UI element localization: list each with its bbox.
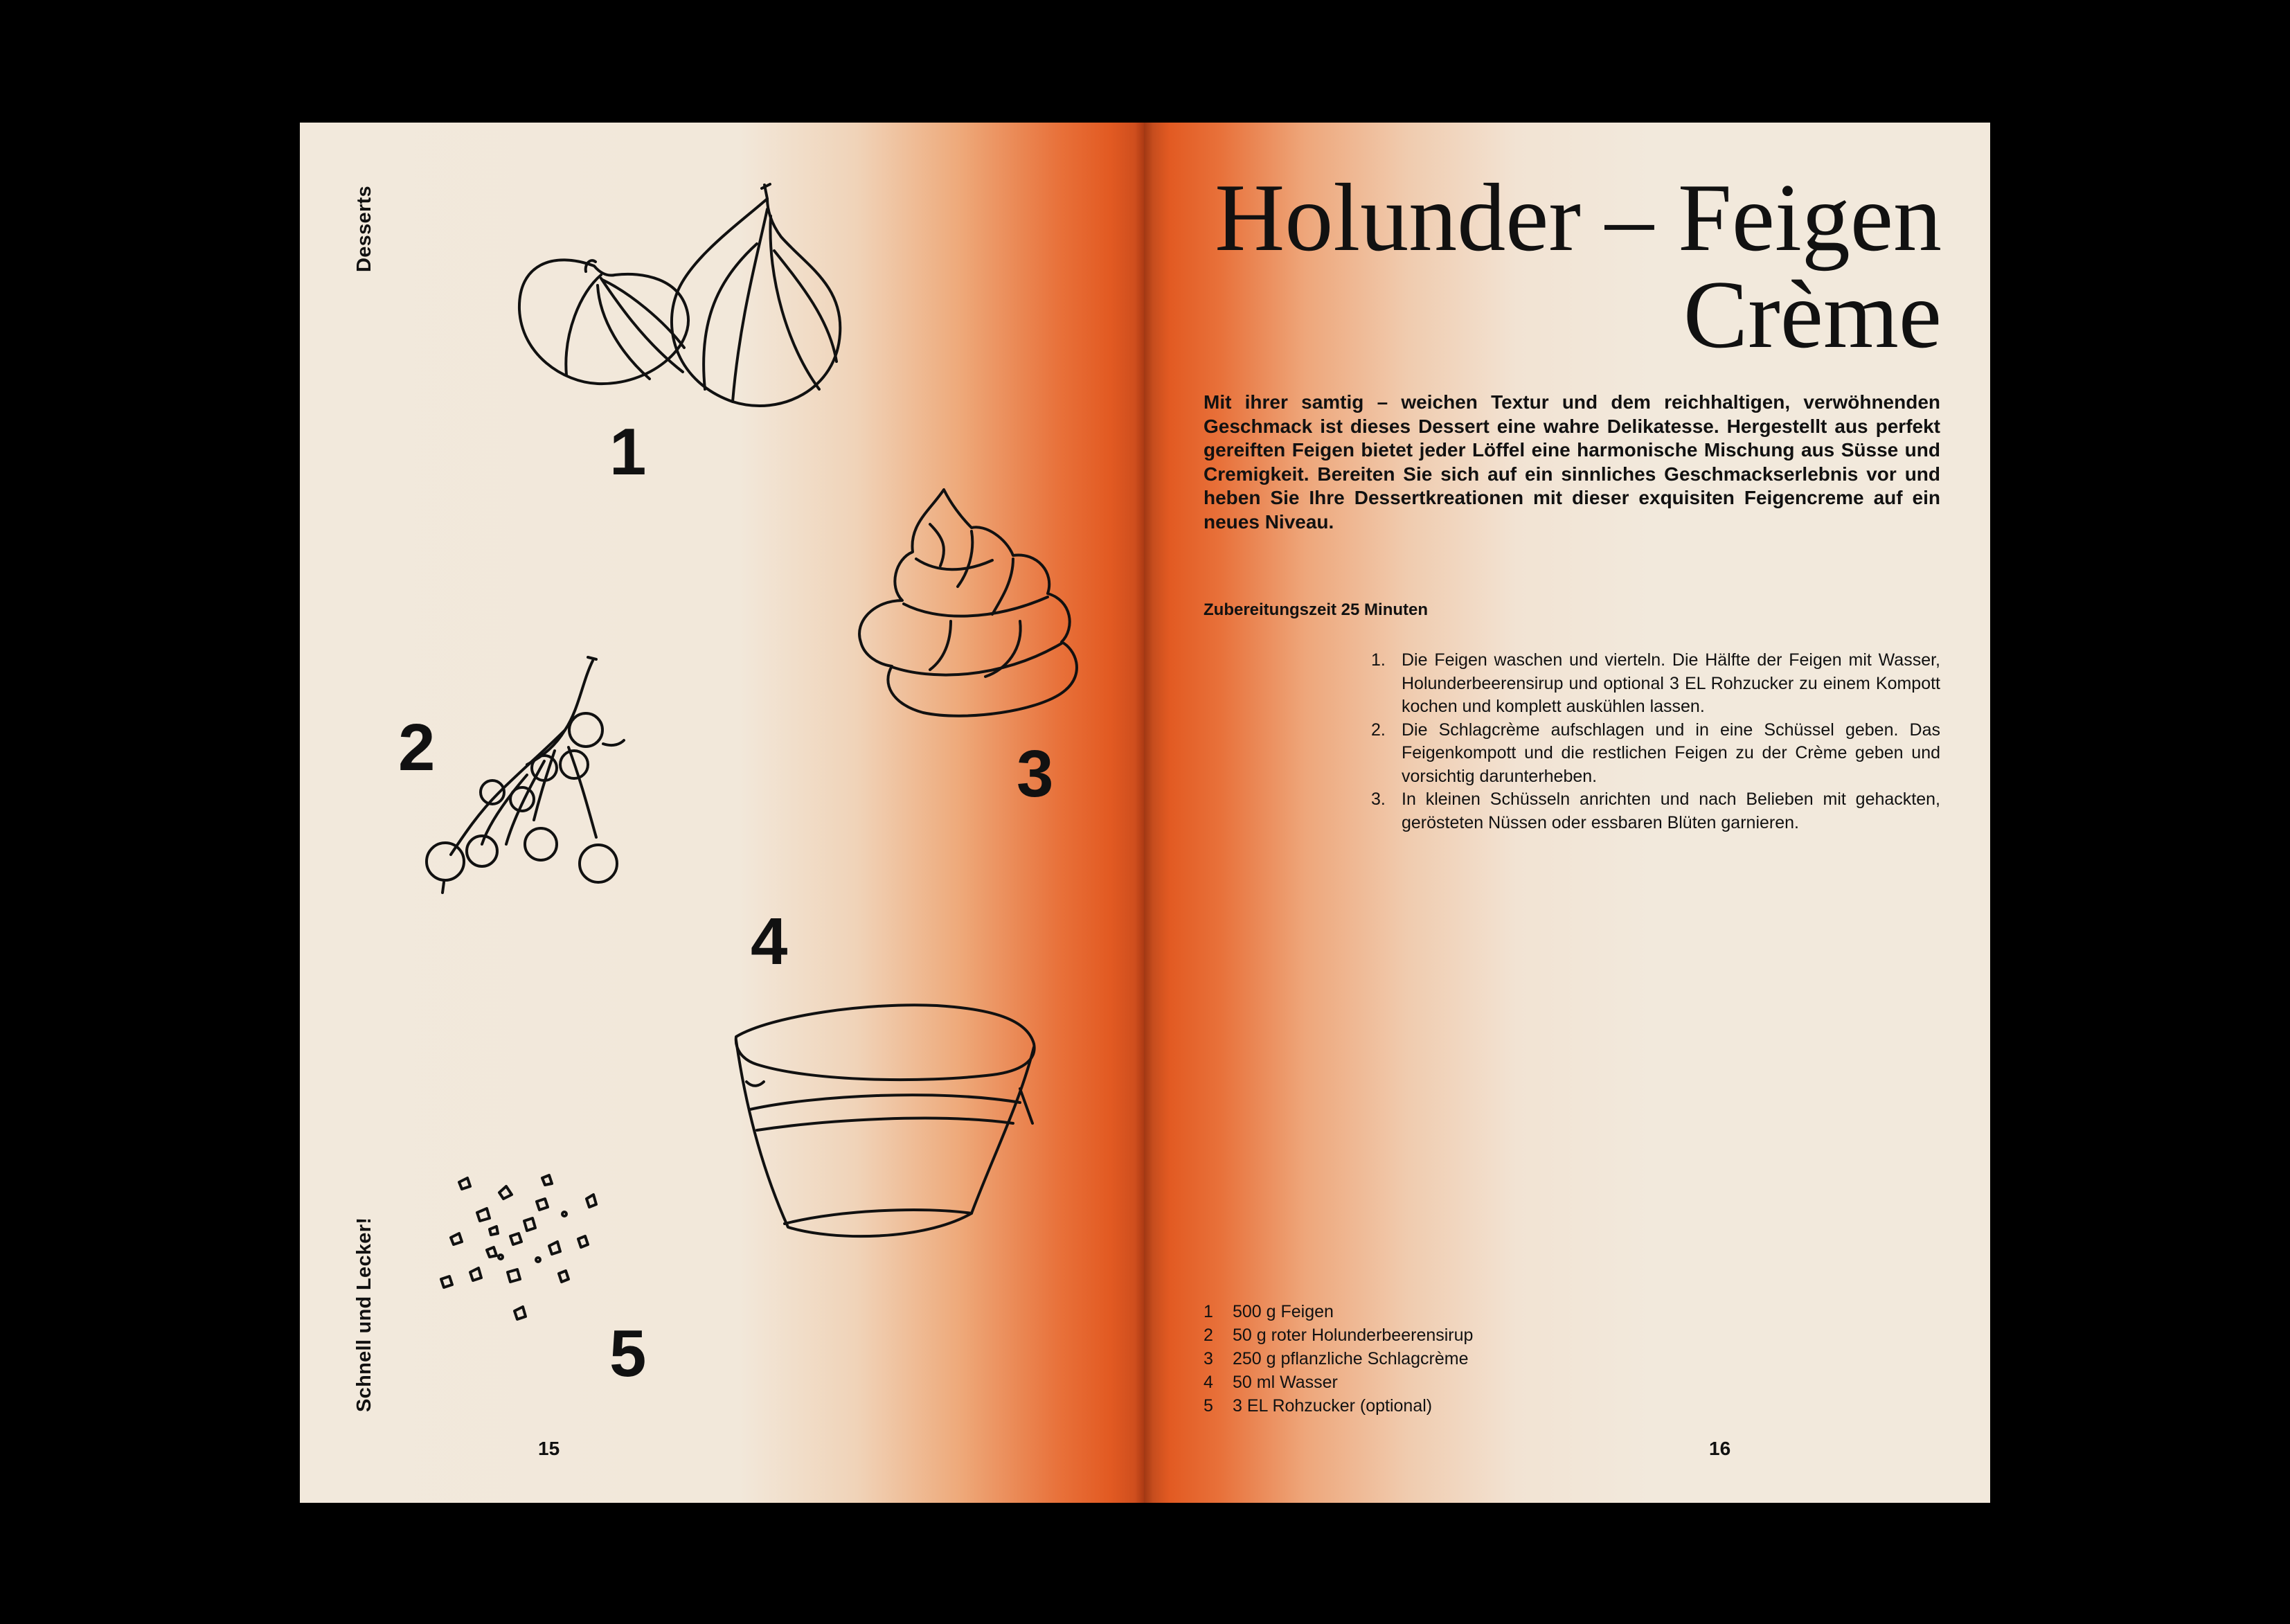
footer-label: Schnell und Lecker!	[353, 1217, 375, 1412]
step-text: Die Schlagcrème aufschlagen und in eine …	[1402, 720, 1940, 786]
illustration-number-4: 4	[751, 904, 788, 979]
step-number: 2.	[1371, 720, 1386, 740]
ingredient-text: 500 g Feigen	[1233, 1302, 1334, 1321]
illustration-number-3: 3	[1017, 737, 1054, 811]
ingredient-number: 3	[1204, 1349, 1213, 1368]
method-step: 1. Die Feigen waschen und vierteln. Die …	[1371, 649, 1940, 719]
recipe-title-line-2: Crème	[1683, 261, 1942, 368]
ingredient-item: 4 50 ml Wasser	[1204, 1371, 1473, 1394]
figs-sketch-icon	[517, 183, 842, 407]
ingredient-item: 2 50 g roter Holunderbeerensirup	[1204, 1323, 1473, 1347]
left-page: Desserts Schnell und Lecker! 1 3 2 4 5 1…	[300, 123, 1144, 1503]
ingredient-list: 1 500 g Feigen 2 50 g roter Holunderbeer…	[1204, 1300, 1473, 1418]
step-text: Die Feigen waschen und vierteln. Die Häl…	[1402, 650, 1940, 716]
ingredient-text: 3 EL Rohzucker (optional)	[1233, 1396, 1433, 1416]
step-number: 3.	[1371, 789, 1386, 809]
page-number-right: 16	[1709, 1438, 1731, 1459]
recipe-title: Holunder – Feigen Crème	[1215, 170, 1942, 364]
elderberry-sprig-sketch-icon	[425, 656, 625, 894]
bowl-sketch-icon	[734, 1003, 1036, 1238]
method-steps: 1. Die Feigen waschen und vierteln. Die …	[1371, 649, 1940, 835]
ingredient-number: 1	[1204, 1302, 1213, 1321]
ingredient-number: 5	[1204, 1396, 1213, 1416]
illustration-number-5: 5	[609, 1317, 647, 1391]
page-number-left: 15	[538, 1438, 560, 1459]
ingredient-text: 50 g roter Holunderbeerensirup	[1233, 1326, 1474, 1345]
right-page: Holunder – Feigen Crème Mit ihrer samtig…	[1144, 123, 1990, 1503]
recipe-intro: Mit ihrer samtig – weichen Textur und de…	[1204, 391, 1940, 533]
section-label: Desserts	[353, 186, 375, 272]
chopped-nuts-sketch-icon	[440, 1174, 598, 1321]
ingredient-item: 3 250 g pflanzliche Schlagcrème	[1204, 1347, 1473, 1371]
open-booklet-spread: Desserts Schnell und Lecker! 1 3 2 4 5 1…	[300, 123, 1990, 1503]
method-step: 2. Die Schlagcrème aufschlagen und in ei…	[1371, 719, 1940, 789]
step-text: In kleinen Schüsseln anrichten und nach …	[1402, 789, 1940, 832]
prep-time: Zubereitungszeit 25 Minuten	[1204, 600, 1429, 619]
whipped-cream-sketch-icon	[858, 488, 1078, 717]
recipe-title-line-1: Holunder – Feigen	[1215, 164, 1942, 271]
step-number: 1.	[1371, 650, 1386, 670]
ingredient-number: 4	[1204, 1373, 1213, 1392]
ingredient-text: 50 ml Wasser	[1233, 1373, 1338, 1392]
ingredient-item: 1 500 g Feigen	[1204, 1300, 1473, 1323]
ingredient-text: 250 g pflanzliche Schlagcrème	[1233, 1349, 1469, 1368]
ingredient-item: 5 3 EL Rohzucker (optional)	[1204, 1394, 1473, 1418]
book-gutter	[1135, 123, 1153, 1503]
method-step: 3. In kleinen Schüsseln anrichten und na…	[1371, 788, 1940, 835]
ingredient-number: 2	[1204, 1326, 1213, 1345]
illustration-number-1: 1	[609, 415, 647, 489]
illustration-number-2: 2	[398, 711, 436, 785]
